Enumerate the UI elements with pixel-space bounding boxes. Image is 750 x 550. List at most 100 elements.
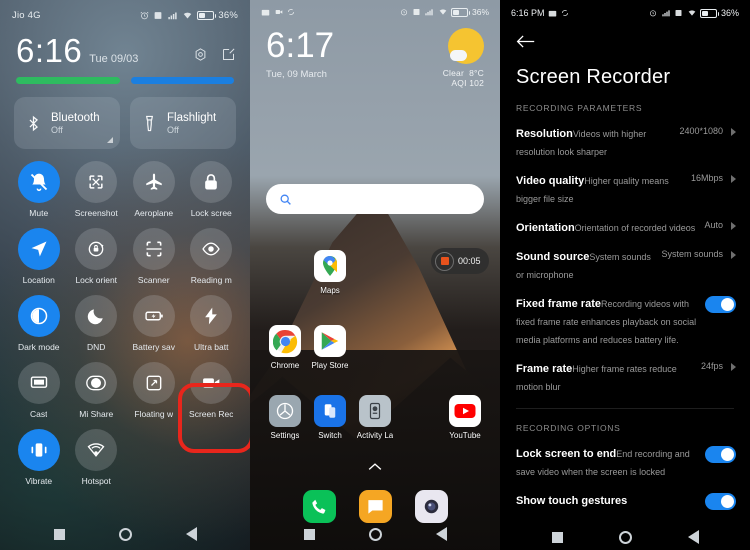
phone-icon[interactable] — [302, 490, 336, 523]
qs-tile-label: Lock scree — [190, 208, 232, 218]
qs-tile-dnd[interactable]: DND — [68, 295, 126, 352]
edit-tiles-icon[interactable] — [221, 47, 236, 62]
home-clock-widget[interactable]: 6:17 Tue, 09 March Clear 8°C AQI 102 — [250, 24, 500, 88]
qs-tile-vibrate[interactable]: Vibrate — [10, 429, 68, 486]
recents-button[interactable] — [53, 528, 65, 540]
battery-icon — [451, 7, 471, 17]
bluetooth-icon — [29, 115, 38, 131]
qs-tile-battery-sav[interactable]: Battery sav — [125, 295, 183, 352]
qs-tile-label: DND — [87, 342, 106, 352]
scanner-icon — [132, 228, 175, 270]
qs-tile-grid: Mute Screenshot Aeroplane Lock scree Locatio… — [0, 149, 250, 486]
qs-tile-label: Lock orient — [75, 275, 118, 285]
home-button[interactable] — [368, 527, 382, 541]
play-store-icon — [314, 325, 346, 357]
setting-toggle-on[interactable] — [705, 296, 736, 313]
qs-tile-screen-rec[interactable]: Screen Rec — [183, 362, 241, 419]
activity-launcher-icon — [359, 395, 391, 427]
mi-share-icon — [75, 362, 118, 404]
screenshot-notification-icon — [548, 10, 557, 16]
search-bar[interactable] — [266, 184, 484, 214]
qs-tile-scanner[interactable]: Scanner — [125, 228, 183, 285]
rotation-lock-icon — [75, 228, 118, 270]
section-heading: RECORDING OPTIONS — [516, 423, 621, 433]
recents-button[interactable] — [303, 528, 315, 540]
qs-tile-dark-mode[interactable]: Dark mode — [10, 295, 68, 352]
home-button[interactable] — [118, 527, 132, 541]
sim-card-icon — [155, 11, 162, 19]
setting-row-lock-screen-to-end[interactable]: Lock screen to endEnd recording and save… — [500, 433, 750, 480]
weather-condition: Clear — [442, 68, 464, 78]
qs-tile-label: Battery sav — [132, 342, 176, 352]
panel-quick-settings: Jio 4G 36% 6:16 Tue 09/03 Bluetooth Off … — [0, 0, 250, 550]
back-arrow-icon[interactable] — [516, 34, 535, 49]
setting-row-show-touch-gestures[interactable]: Show touch gestures — [500, 480, 750, 510]
qs-tile-cast[interactable]: Cast — [10, 362, 68, 419]
stop-recording-button[interactable] — [435, 251, 454, 271]
qs-clock-date: Tue 09/03 — [89, 53, 139, 65]
contrast-icon — [17, 295, 60, 337]
setting-value: Auto — [704, 220, 723, 230]
setting-row-fixed-frame-rate[interactable]: Fixed frame rateRecording videos with fi… — [500, 283, 750, 348]
expand-corner-icon[interactable] — [107, 137, 113, 143]
setting-title: Video quality — [516, 175, 585, 187]
qs-clock-time: 6:16 — [16, 32, 83, 69]
qs-tile-hotspot[interactable]: Hotspot — [68, 429, 126, 486]
tile-bluetooth[interactable]: Bluetooth Off — [14, 97, 120, 149]
tile-flashlight-state: Off — [167, 124, 179, 135]
chevron-right-icon — [731, 128, 736, 136]
setting-row-video-quality[interactable]: Video qualityHigher quality means bigger… — [500, 160, 750, 207]
setting-toggle-on[interactable] — [705, 493, 736, 510]
weather-widget[interactable]: Clear 8°C AQI 102 — [443, 28, 484, 88]
setting-value: System sounds — [661, 249, 723, 259]
qs-tile-screenshot[interactable]: Screenshot — [68, 161, 126, 218]
qs-tile-label: Hotspot — [81, 476, 111, 486]
battery-percent-label: 36% — [471, 7, 489, 17]
setting-toggle-on[interactable] — [705, 446, 736, 463]
camera-icon[interactable] — [414, 490, 448, 523]
app-youtube[interactable]: YouTube — [438, 395, 492, 440]
floating-recorder-widget[interactable]: 00:05 — [431, 248, 489, 274]
app-activity-launcher[interactable]: Activity La — [348, 395, 402, 440]
back-button[interactable] — [687, 530, 699, 544]
app-label: Activity La — [356, 431, 394, 440]
qs-tile-aeroplane[interactable]: Aeroplane — [125, 161, 183, 218]
back-button[interactable] — [185, 527, 197, 541]
setting-row-frame-rate[interactable]: Frame rateHigher frame rates reduce moti… — [500, 348, 750, 395]
setting-row-resolution[interactable]: ResolutionVideos with higher resolution … — [500, 113, 750, 160]
app-drawer-chevron-up-icon[interactable] — [368, 462, 382, 471]
messages-icon[interactable] — [358, 490, 392, 523]
qs-tile-lock-orient[interactable]: Lock orient — [68, 228, 126, 285]
setting-row-sound-source[interactable]: Sound sourceSystem sounds or microphone S… — [500, 236, 750, 283]
lock-icon — [190, 161, 233, 203]
qs-tile-label: Floating w — [134, 409, 174, 419]
brightness-slider[interactable] — [16, 77, 120, 84]
tile-flashlight[interactable]: Flashlight Off — [130, 97, 236, 149]
recents-button[interactable] — [551, 531, 563, 543]
setting-title: Fixed frame rate — [516, 298, 601, 310]
screenshot-icon — [75, 161, 118, 203]
section-heading: RECORDING PARAMETERS — [516, 103, 643, 113]
setting-row-orientation[interactable]: OrientationOrientation of recorded video… — [500, 207, 750, 236]
qs-tile-reading-m[interactable]: Reading m — [183, 228, 241, 285]
tile-flashlight-title: Flashlight — [167, 111, 217, 124]
settings-gear-icon[interactable] — [193, 47, 208, 62]
qs-tile-lock-scree[interactable]: Lock scree — [183, 161, 241, 218]
wifi-icon — [439, 9, 447, 15]
qs-tile-mute[interactable]: Mute — [10, 161, 68, 218]
qs-tile-label: Reading m — [190, 275, 232, 285]
qs-tile-ultra-batt[interactable]: Ultra batt — [183, 295, 241, 352]
volume-slider[interactable] — [130, 77, 234, 84]
back-button[interactable] — [435, 527, 447, 541]
app-play-store[interactable]: Play Store — [303, 325, 357, 370]
video-camera-icon — [190, 362, 233, 404]
qs-tile-floating-w[interactable]: Floating w — [125, 362, 183, 419]
alarm-icon — [650, 10, 657, 17]
qs-tile-mi-share[interactable]: Mi Share — [68, 362, 126, 419]
qs-tile-location[interactable]: Location — [10, 228, 68, 285]
home-button[interactable] — [618, 530, 632, 544]
app-maps[interactable]: Maps — [303, 250, 357, 295]
quick-settings-header: 6:16 Tue 09/03 — [0, 30, 250, 67]
qs-tile-label: Ultra batt — [194, 342, 229, 352]
bell-mute-icon — [17, 161, 60, 203]
